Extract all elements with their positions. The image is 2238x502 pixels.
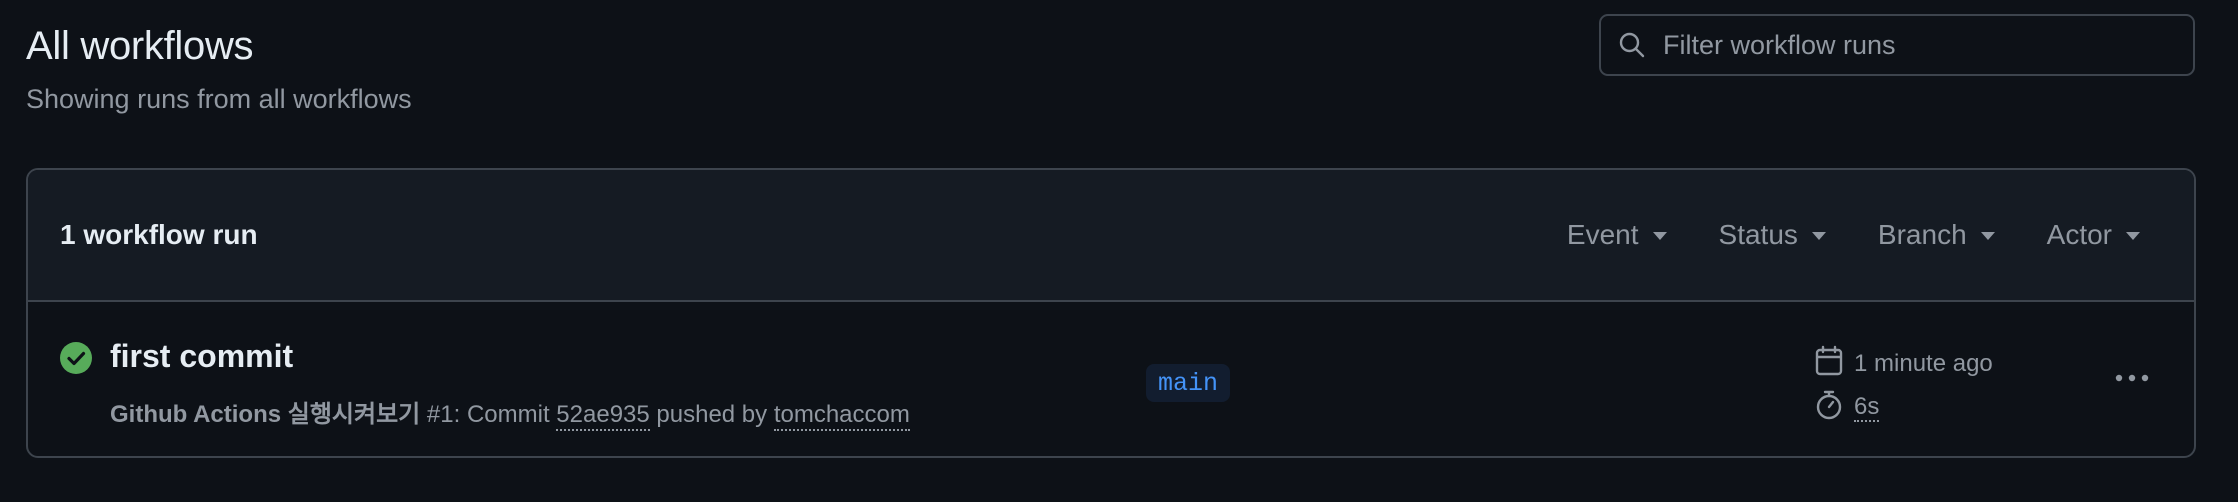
run-timing: 1 minute ago 6s (1814, 345, 1993, 436)
time-ago-text: 1 minute ago (1854, 350, 1993, 377)
run-title-link[interactable]: first commit (110, 338, 293, 375)
triangle-down-icon (1980, 232, 1995, 240)
page-title: All workflows (26, 24, 254, 68)
commit-prefix: : Commit (453, 401, 557, 428)
filter-branch-dropdown[interactable]: Branch (1878, 219, 1995, 251)
filter-status-dropdown[interactable]: Status (1719, 219, 1826, 251)
filters-bar: Event Status Branch Actor (1515, 219, 2140, 251)
workflow-run-row[interactable]: first commit Github Actions 실행시켜보기 #1: C… (28, 302, 2194, 456)
run-time-ago: 1 minute ago (1814, 345, 1993, 380)
search-input[interactable] (1663, 16, 2193, 74)
filter-event-label: Event (1566, 219, 1639, 250)
filter-event-dropdown[interactable]: Event (1567, 219, 1667, 251)
more-options-button[interactable] (2108, 358, 2156, 398)
branch-label[interactable]: main (1146, 364, 1231, 402)
triangle-down-icon (2126, 232, 2140, 240)
search-icon (1617, 30, 1647, 60)
workflow-runs-list: 1 workflow run Event Status Branch Actor (26, 168, 2196, 458)
filter-actor-label: Actor (2046, 219, 2112, 250)
calendar-icon (1814, 345, 1854, 384)
workflows-page: All workflows Showing runs from all work… (0, 0, 2238, 502)
run-number: #1 (426, 401, 454, 428)
page-subtitle: Showing runs from all workflows (26, 84, 412, 114)
filter-branch-label: Branch (1877, 219, 1967, 250)
check-circle-icon (60, 342, 92, 374)
duration-text: 6s (1854, 393, 1880, 422)
commit-sha-link[interactable]: 52ae935 (556, 401, 650, 431)
kebab-horizontal-icon (2114, 369, 2150, 387)
run-duration: 6s (1814, 390, 1993, 424)
runs-count: 1 workflow run (60, 219, 258, 250)
pushed-by-text: pushed by (649, 401, 774, 428)
triangle-down-icon (1652, 232, 1667, 240)
run-meta: Github Actions 실행시켜보기 #1: Commit 52ae935… (110, 394, 910, 431)
runs-list-header: 1 workflow run Event Status Branch Actor (28, 170, 2194, 302)
actor-link[interactable]: tomchaccom (773, 401, 910, 431)
search-box[interactable] (1599, 14, 2195, 76)
filter-actor-dropdown[interactable]: Actor (2047, 219, 2140, 251)
triangle-down-icon (1811, 232, 1826, 240)
stopwatch-icon (1814, 389, 1854, 428)
filter-status-label: Status (1718, 219, 1798, 250)
workflow-name: Github Actions 실행시켜보기 (110, 401, 421, 428)
